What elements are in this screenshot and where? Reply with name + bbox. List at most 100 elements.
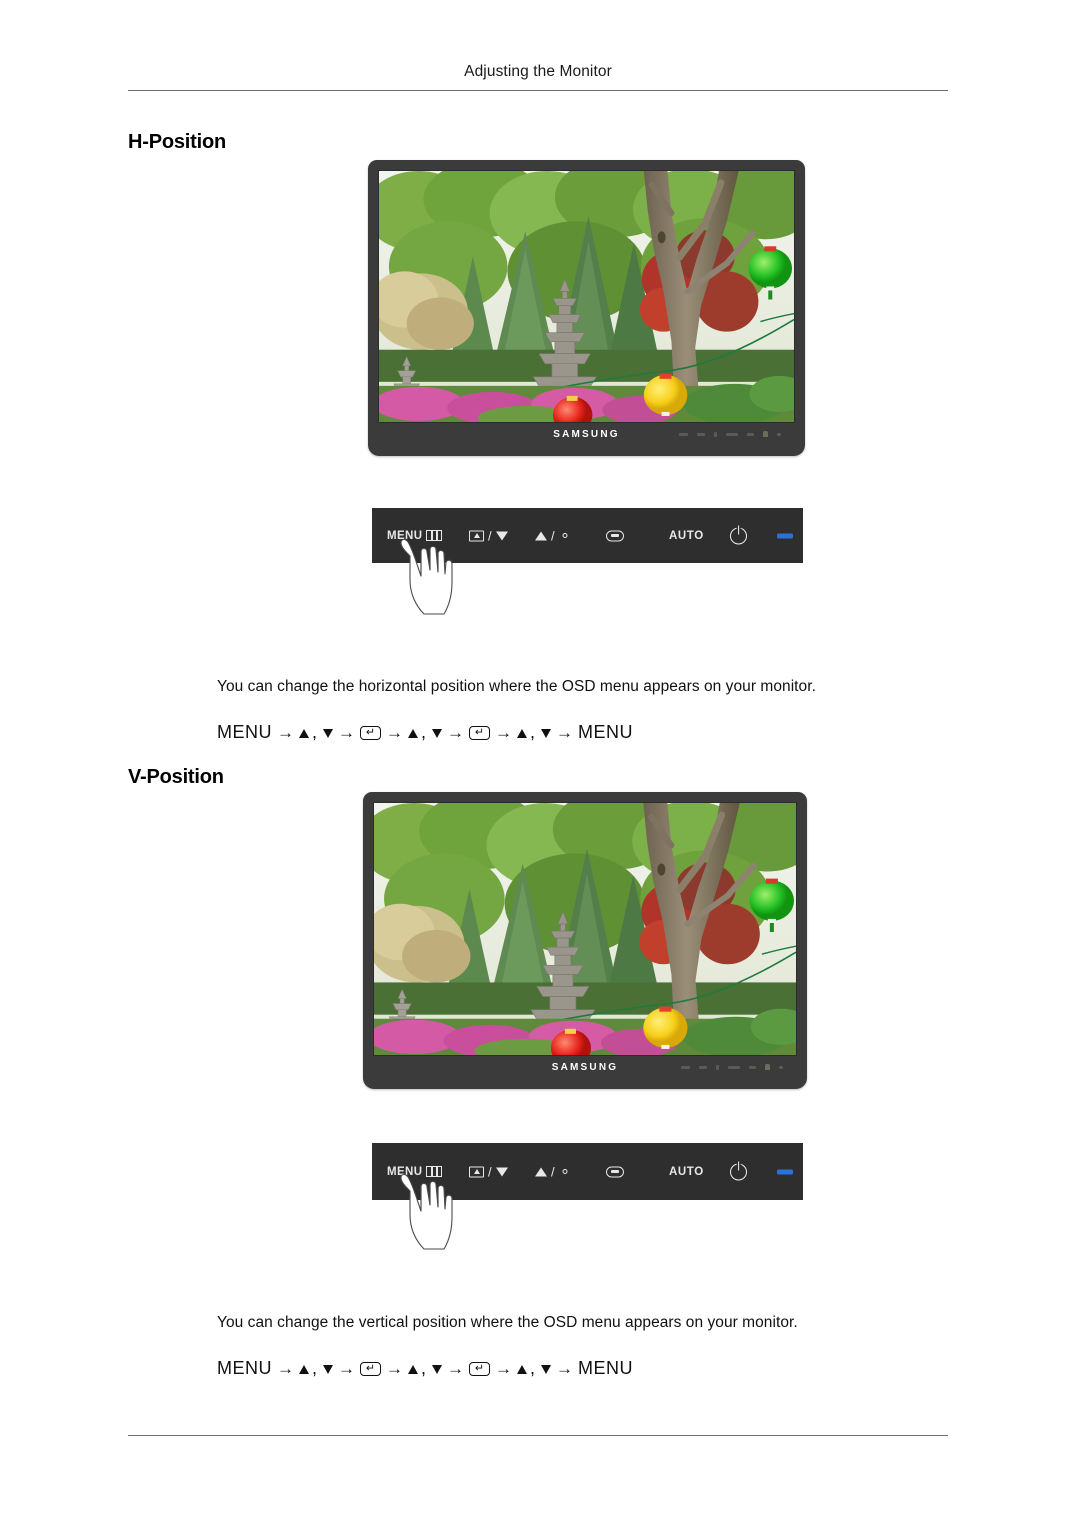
brightness-sun-icon (559, 530, 570, 541)
power-button[interactable] (730, 527, 747, 544)
enter-icon (469, 725, 491, 740)
bezel-control-markings (679, 431, 781, 437)
nav-comma: , (530, 722, 536, 742)
bezel-marking-led-icon (777, 432, 781, 436)
triangle-up-icon (408, 729, 419, 738)
monitor-bottom-bezel: SAMSUNG (373, 1056, 797, 1078)
power-icon (730, 1163, 747, 1180)
nav-arrow-icon: → (556, 1358, 574, 1378)
monitor-control-panel-v-position: MENU / / AUTO (372, 1143, 803, 1200)
nav-arrow-icon: → (277, 722, 294, 742)
bezel-marking-menu-icon (679, 432, 688, 436)
triangle-down-icon (323, 1365, 334, 1374)
up-brightness-button[interactable]: / (535, 528, 570, 543)
v-position-nav-sequence: MENU → , → → , → → , → MENU (217, 1358, 633, 1379)
auto-button[interactable]: AUTO (669, 1166, 704, 1178)
section-heading-v-position: V-Position (128, 766, 224, 788)
bezel-marking-auto-icon (699, 1065, 707, 1069)
enter-icon (606, 1166, 624, 1177)
samsung-brand-logo: SAMSUNG (551, 1061, 619, 1073)
enter-button[interactable] (606, 1166, 624, 1177)
monitor-illustration-v-position: SAMSUNG (363, 792, 807, 1089)
bezel-marking-led-icon (779, 1065, 783, 1069)
h-position-description: You can change the horizontal position w… (217, 678, 816, 695)
h-position-nav-sequence: MENU → , → → , → → , → MENU (217, 722, 633, 743)
monitor-screen (373, 802, 797, 1056)
bezel-marking-up-icon (714, 431, 717, 437)
bezel-marking-source-icon (749, 1065, 756, 1069)
led-indicator-icon (777, 533, 793, 538)
enter-icon (606, 530, 624, 541)
auto-button[interactable]: AUTO (669, 530, 704, 542)
enter-icon (360, 725, 382, 740)
power-icon (730, 527, 747, 544)
triangle-up-icon (517, 729, 528, 738)
menu-bars-icon (426, 1166, 443, 1177)
running-header: Adjusting the Monitor (464, 63, 612, 80)
separator-slash: / (488, 1164, 493, 1179)
up-brightness-button[interactable]: / (535, 1164, 570, 1179)
power-button[interactable] (730, 1163, 747, 1180)
menu-button-label: MENU (387, 529, 423, 542)
nav-step-menu-end: MENU (578, 722, 634, 742)
nav-arrow-icon: → (338, 722, 356, 742)
triangle-down-icon (541, 729, 552, 738)
source-icon (469, 530, 484, 541)
menu-button-label: MENU (387, 1165, 423, 1178)
bezel-marking-source-icon (747, 432, 754, 436)
bezel-marking-enter-icon (726, 432, 738, 436)
section-heading-h-position: H-Position (128, 131, 226, 153)
nav-arrow-icon: → (495, 1358, 513, 1378)
source-icon (469, 1166, 484, 1177)
led-indicator-icon (777, 1169, 793, 1174)
monitor-screen (378, 170, 795, 423)
nav-arrow-icon: → (277, 1358, 294, 1378)
triangle-down-icon (432, 1365, 443, 1374)
menu-button[interactable]: MENU (387, 1165, 443, 1178)
garden-scene-photo (379, 171, 794, 422)
garden-scene-photo (374, 803, 796, 1055)
monitor-bottom-bezel: SAMSUNG (378, 423, 795, 445)
nav-comma: , (421, 722, 427, 742)
menu-bars-icon (426, 530, 443, 541)
bezel-marking-enter-icon (728, 1065, 740, 1069)
enter-icon (469, 1361, 491, 1376)
samsung-brand-logo: SAMSUNG (553, 428, 620, 440)
monitor-control-panel-h-position: MENU / / AUTO (372, 508, 803, 563)
monitor-illustration-h-position: SAMSUNG (368, 160, 805, 456)
enter-button[interactable] (606, 530, 624, 541)
enter-icon (360, 1361, 382, 1376)
menu-button[interactable]: MENU (387, 529, 443, 542)
nav-comma: , (530, 1358, 536, 1378)
nav-step-menu-start: MENU (217, 1358, 272, 1378)
triangle-up-icon (517, 1365, 528, 1374)
nav-comma: , (421, 1358, 427, 1378)
nav-arrow-icon: → (338, 1358, 356, 1378)
v-position-description: You can change the vertical position whe… (217, 1314, 798, 1331)
power-led-indicator (777, 1169, 793, 1174)
footer-divider (128, 1435, 948, 1436)
nav-step-menu-start: MENU (217, 722, 272, 742)
triangle-down-icon (323, 729, 334, 738)
nav-comma: , (312, 722, 318, 742)
separator-slash: / (488, 528, 493, 543)
nav-comma: , (312, 1358, 318, 1378)
nav-arrow-icon: → (495, 722, 513, 742)
auto-button-label: AUTO (669, 529, 704, 542)
source-down-button[interactable]: / (469, 1164, 509, 1179)
nav-step-menu-end: MENU (578, 1358, 634, 1378)
triangle-up-icon (408, 1365, 419, 1374)
triangle-up-icon (535, 531, 547, 540)
triangle-up-icon (299, 1365, 309, 1374)
triangle-down-icon (541, 1365, 552, 1374)
triangle-up-icon (299, 729, 309, 738)
nav-arrow-icon: → (386, 722, 404, 742)
source-down-button[interactable]: / (469, 528, 509, 543)
triangle-up-icon (535, 1167, 547, 1176)
bezel-control-markings (681, 1064, 783, 1070)
separator-slash: / (551, 1164, 556, 1179)
header-divider (128, 90, 948, 91)
bezel-marking-menu-icon (681, 1065, 690, 1069)
brightness-sun-icon (559, 1166, 570, 1177)
power-led-indicator (777, 533, 793, 538)
